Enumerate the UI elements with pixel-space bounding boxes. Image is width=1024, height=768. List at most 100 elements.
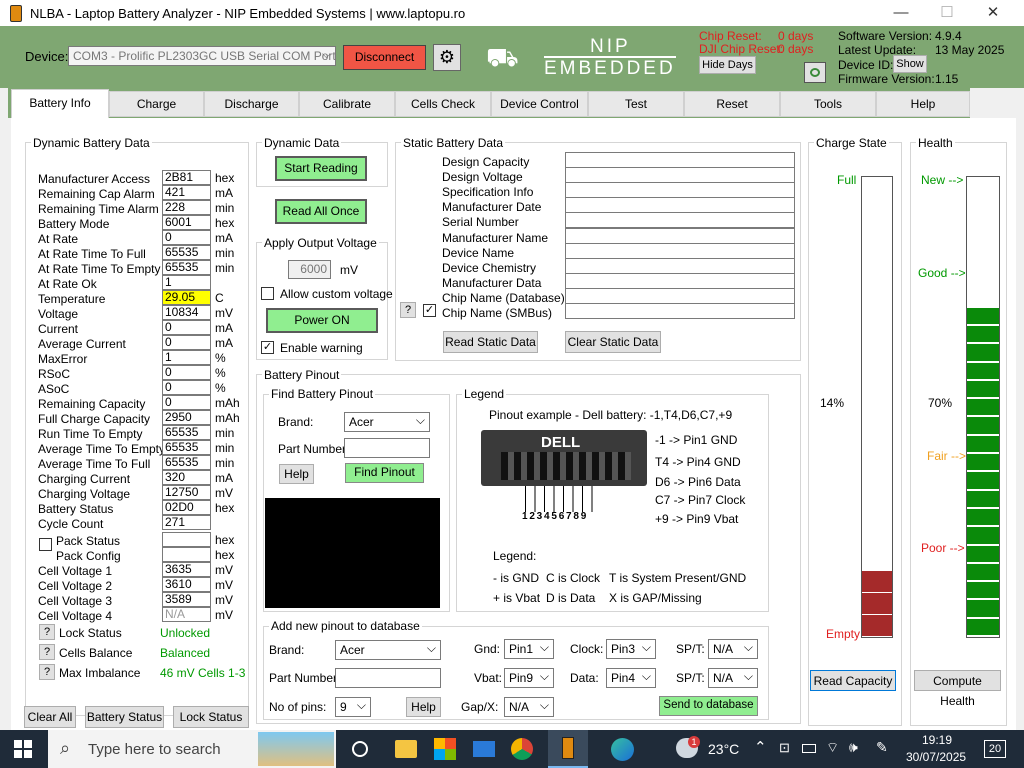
weather-temp[interactable]: 23°C — [708, 741, 739, 757]
settings-button[interactable]: ⚙ — [433, 44, 461, 71]
add-help-button[interactable]: Help — [406, 697, 441, 717]
store-icon[interactable] — [434, 738, 456, 760]
tray-pen-icon[interactable]: ✎ — [876, 739, 888, 756]
tray-chevron-icon[interactable]: ⌃ — [754, 738, 767, 756]
edge-icon[interactable] — [611, 738, 634, 761]
add-part-input[interactable] — [335, 668, 441, 688]
legend-vbat: + is Vbat — [493, 591, 541, 605]
enable-warning-checkbox[interactable]: ✓ — [261, 341, 274, 354]
clear-all-button[interactable]: Clear All — [24, 706, 76, 728]
logo-top-text: NIP — [590, 36, 631, 57]
output-voltage-input[interactable]: 6000 — [288, 260, 331, 279]
disconnect-button[interactable]: Disconnect — [343, 45, 426, 70]
find-part-input[interactable] — [344, 438, 430, 458]
power-on-button[interactable]: Power ON — [266, 308, 378, 333]
chrome-icon[interactable] — [511, 738, 533, 760]
add-pins-select[interactable]: 9 — [335, 696, 371, 717]
lock-status-help[interactable]: ? — [39, 624, 55, 640]
dyn-value: 12750 — [162, 485, 211, 500]
search-box[interactable]: ⌕ Type here to search — [48, 730, 336, 768]
file-explorer-icon[interactable] — [395, 740, 417, 758]
device-id-icon[interactable] — [804, 62, 826, 83]
dyn-label: Remaining Cap Alarm — [38, 187, 155, 201]
mail-icon[interactable] — [473, 741, 495, 757]
read-capacity-button[interactable]: Read Capacity — [810, 670, 896, 691]
nlba-app-icon[interactable] — [548, 730, 588, 768]
clock-date[interactable]: 30/07/2025 — [906, 750, 966, 764]
battery-status-button[interactable]: Battery Status — [85, 706, 164, 728]
charge-segment — [862, 571, 892, 593]
gnd-select[interactable]: Pin1 — [504, 638, 554, 659]
close-button[interactable]: ✕ — [970, 0, 1016, 26]
health-segment — [967, 344, 999, 363]
data-select[interactable]: Pin4 — [606, 667, 656, 688]
clear-static-button[interactable]: Clear Static Data — [565, 331, 661, 353]
tray-volume-icon[interactable]: 🕪 — [849, 739, 858, 756]
static-value — [565, 272, 795, 289]
taskbar: ⌕ Type here to search 1 23°C ⌃ ⊡ ⌔ 🕪 ✎ 1… — [0, 730, 1024, 768]
read-static-button[interactable]: Read Static Data — [443, 331, 538, 353]
task-view-icon[interactable] — [352, 741, 368, 757]
tab-charge[interactable]: Charge — [109, 91, 204, 117]
health-new-label: New --> — [921, 173, 964, 187]
tab-discharge[interactable]: Discharge — [204, 91, 299, 117]
custom-voltage-checkbox[interactable] — [261, 287, 274, 300]
dyn-label: Battery Status — [38, 502, 114, 516]
gap-select[interactable]: N/A — [504, 696, 554, 717]
dji-reset-value: 0 days — [778, 42, 814, 56]
clock-select[interactable]: Pin3 — [606, 638, 656, 659]
dyn-unit: mAh — [215, 411, 240, 425]
dyn-value: 0 — [162, 335, 211, 350]
minimize-button[interactable]: — — [878, 0, 924, 26]
tray-wifi-icon[interactable]: ⌔ — [826, 739, 839, 757]
tab-test[interactable]: Test — [588, 91, 684, 117]
cells-balance-help[interactable]: ? — [39, 644, 55, 660]
chip-name-help[interactable]: ? — [400, 302, 416, 318]
tab-cells-check[interactable]: Cells Check — [395, 91, 491, 117]
add-brand-select[interactable]: Acer — [335, 639, 441, 660]
pack-status-checkbox[interactable] — [39, 538, 52, 551]
dyn-label: Current — [38, 322, 79, 336]
health-poor-label: Poor --> — [921, 541, 965, 555]
hide-days-button[interactable]: Hide Days — [699, 56, 756, 74]
tab-battery-info[interactable]: Battery Info — [11, 89, 109, 119]
lock-status-button[interactable]: Lock Status — [173, 706, 249, 728]
search-placeholder: Type here to search — [88, 741, 221, 758]
compute-health-button[interactable]: Compute Health — [914, 670, 1001, 708]
max-imbalance-help[interactable]: ? — [39, 664, 55, 680]
find-help-button[interactable]: Help — [279, 464, 314, 484]
clock-time[interactable]: 19:19 — [922, 733, 952, 747]
windows-start-icon[interactable] — [14, 740, 32, 758]
spt2-select[interactable]: N/A — [708, 667, 758, 688]
static-label: Chip Name (Database) — [442, 290, 565, 305]
tray-network-icon[interactable]: ⊡ — [779, 740, 790, 756]
tab-reset[interactable]: Reset — [684, 91, 780, 117]
legend-gap: X is GAP/Missing — [609, 591, 702, 605]
dyn-unit: min — [215, 201, 235, 215]
notification-icon[interactable]: 20 — [984, 740, 1006, 758]
find-brand-select[interactable]: Acer — [344, 411, 430, 432]
vbat-select[interactable]: Pin9 — [504, 667, 554, 688]
find-pinout-button[interactable]: Find Pinout — [345, 463, 424, 483]
dyn-unit: min — [215, 456, 235, 470]
spt1-select[interactable]: N/A — [708, 638, 758, 659]
app-icon — [10, 5, 22, 22]
dyn-unit: mV — [215, 608, 233, 622]
tray-battery-icon[interactable] — [802, 744, 816, 753]
maximize-button[interactable]: ☐ — [924, 0, 970, 26]
dyn-unit: % — [215, 351, 226, 365]
lock-status-label: Lock Status — [59, 626, 122, 640]
read-all-once-button[interactable]: Read All Once — [275, 199, 367, 224]
dyn-value — [162, 532, 211, 547]
tab-device-control[interactable]: Device Control — [491, 91, 588, 117]
gear-icon: ⚙ — [438, 47, 456, 67]
tab-help[interactable]: Help — [876, 91, 970, 117]
chip-name-smbus-checkbox[interactable]: ✓ — [423, 304, 436, 317]
send-to-database-button[interactable]: Send to database — [659, 696, 758, 716]
device-select[interactable]: COM3 - Prolific PL2303GC USB Serial COM … — [68, 46, 336, 66]
start-reading-button[interactable]: Start Reading — [275, 156, 367, 181]
tab-calibrate[interactable]: Calibrate — [299, 91, 395, 117]
dyn-label: RSoC — [38, 367, 71, 381]
show-device-id-button[interactable]: Show — [893, 55, 927, 73]
tab-tools[interactable]: Tools — [780, 91, 876, 117]
